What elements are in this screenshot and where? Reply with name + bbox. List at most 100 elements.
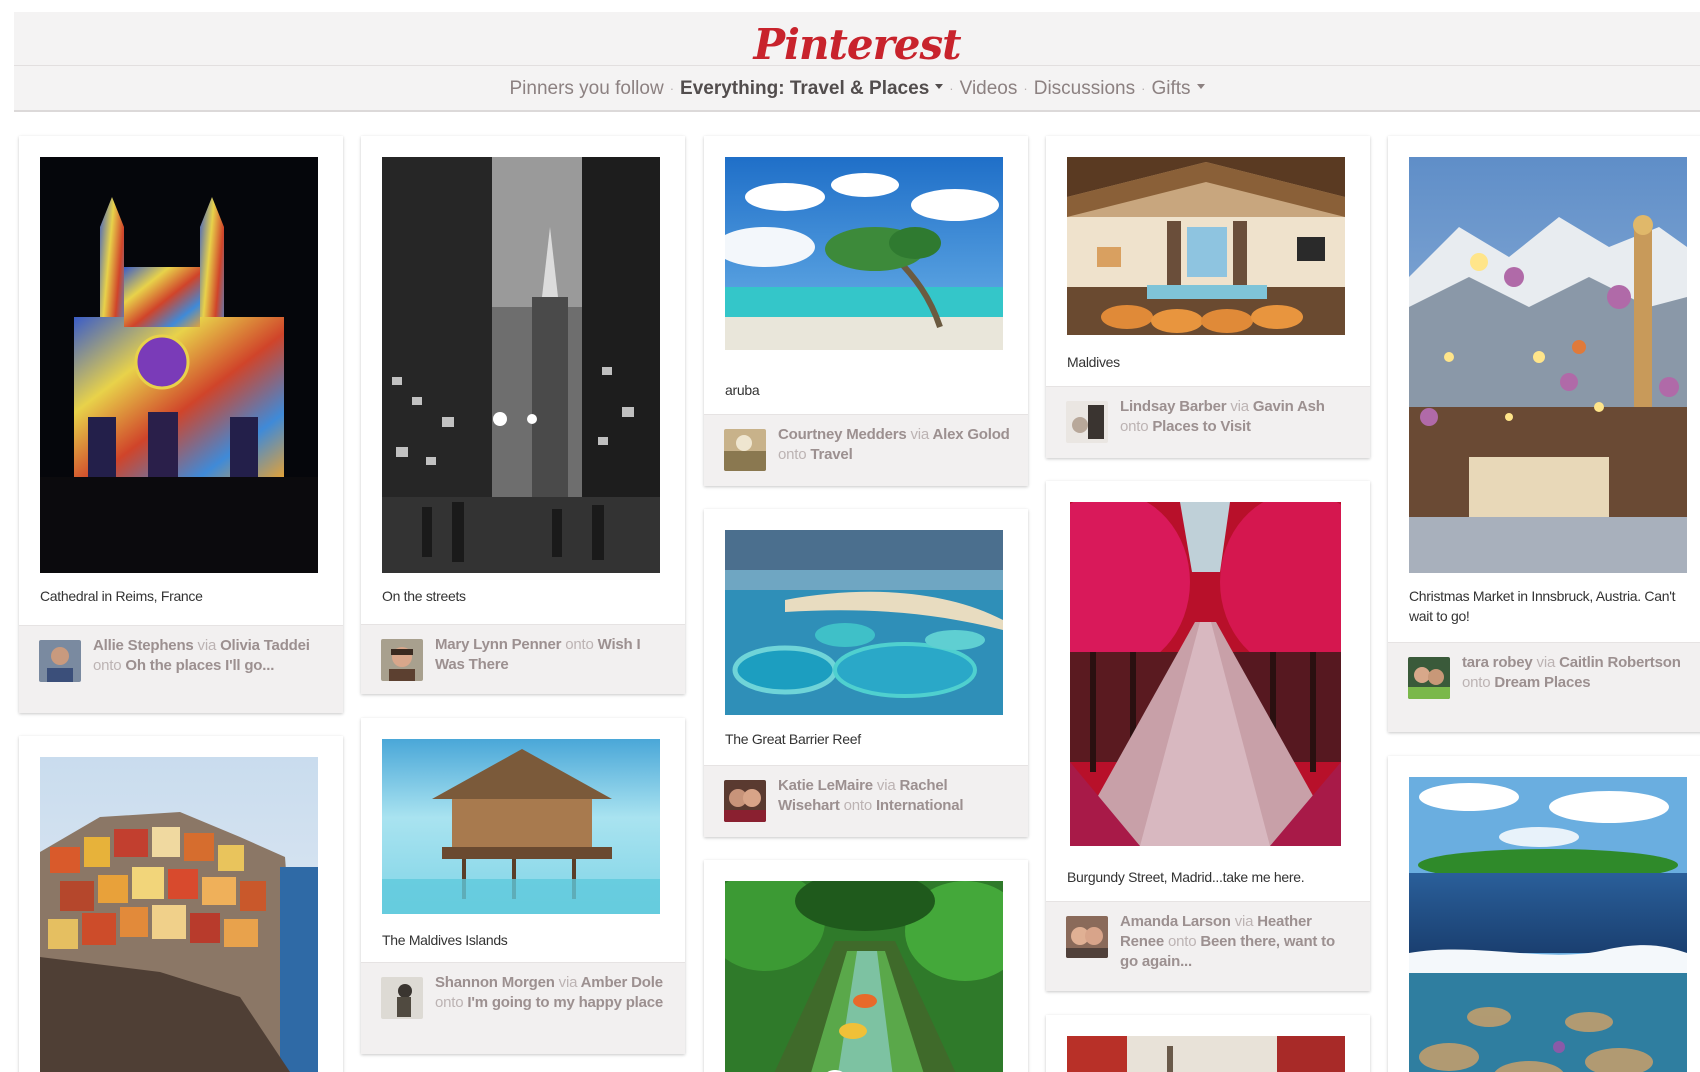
- pin-card[interactable]: [1388, 756, 1700, 1072]
- onto-word: onto: [1168, 933, 1197, 950]
- onto-word: onto: [435, 994, 464, 1011]
- attribution-text: Shannon Morgen via Amber Dole onto I'm g…: [435, 973, 669, 1013]
- pin-description: The Great Barrier Reef: [725, 731, 861, 747]
- attribution-text: Courtney Medders via Alex Golod onto Tra…: [778, 425, 1012, 465]
- via-word: via: [1536, 654, 1556, 671]
- pin-card[interactable]: Burgundy Street, Madrid...take me here. …: [1046, 481, 1370, 991]
- nav-label: Gifts: [1151, 78, 1191, 99]
- pin-card[interactable]: [19, 736, 343, 1072]
- pin-image[interactable]: [1067, 1036, 1345, 1072]
- attribution-text: Mary Lynn Penner onto Wish I Was There: [435, 635, 669, 675]
- pin-card[interactable]: [1046, 1015, 1370, 1072]
- via-word: via: [1234, 913, 1254, 930]
- pinner-link[interactable]: Allie Stephens: [93, 637, 194, 654]
- nav-videos[interactable]: Videos: [954, 78, 1024, 100]
- pinner-link[interactable]: Katie LeMaire: [778, 777, 873, 794]
- avatar[interactable]: [381, 639, 423, 681]
- category-nav: Pinners you follow · Everything: Travel & …: [14, 78, 1700, 100]
- avatar[interactable]: [39, 640, 81, 682]
- board-link[interactable]: Places to Visit: [1152, 418, 1251, 435]
- nav-gifts[interactable]: Gifts: [1145, 78, 1210, 100]
- via-word: via: [197, 637, 217, 654]
- board-link[interactable]: I'm going to my happy place: [467, 994, 663, 1011]
- pin-image[interactable]: [40, 757, 318, 1072]
- pin-card[interactable]: aruba Courtney Medders via Alex Golod on…: [704, 136, 1028, 486]
- pin-attribution: Katie LeMaire via Rachel Wisehart onto I…: [704, 765, 1028, 837]
- pin-image[interactable]: [1409, 777, 1687, 1072]
- via-word: via: [1230, 398, 1249, 415]
- pinner-link[interactable]: Lindsay Barber: [1120, 398, 1227, 415]
- via-link[interactable]: Gavin Ash: [1253, 398, 1325, 415]
- pin-image[interactable]: [1070, 502, 1341, 846]
- via-link[interactable]: Olivia Taddei: [220, 637, 310, 654]
- pin-image[interactable]: [1409, 157, 1687, 573]
- nav-label: Pinners you follow: [509, 78, 664, 99]
- caret-down-icon: [1196, 84, 1205, 90]
- pinterest-page: Pinterest Pinners you follow · Everything:…: [0, 0, 1700, 1072]
- onto-word: onto: [843, 797, 873, 814]
- pin-attribution: tara robey via Caitlin Robertson onto Dr…: [1388, 642, 1700, 732]
- board-link[interactable]: International: [876, 797, 964, 814]
- avatar[interactable]: [724, 780, 766, 822]
- pin-attribution: Mary Lynn Penner onto Wish I Was There: [361, 624, 685, 694]
- pin-card[interactable]: Christmas Market in Innsbruck, Austria. …: [1388, 136, 1700, 732]
- pin-attribution: Allie Stephens via Olivia Taddei onto Oh…: [19, 625, 343, 713]
- pinner-link[interactable]: Courtney Medders: [778, 426, 907, 443]
- via-word: via: [558, 974, 578, 991]
- nav-everything-travel-places[interactable]: Everything: Travel & Places: [674, 78, 949, 100]
- pin-image[interactable]: [382, 157, 660, 573]
- pin-card[interactable]: The Great Barrier Reef Katie LeMaire via…: [704, 509, 1028, 837]
- pin-image[interactable]: [40, 157, 318, 573]
- nav-label: Discussions: [1033, 78, 1136, 99]
- avatar[interactable]: [724, 429, 766, 471]
- header-divider: [14, 65, 1700, 66]
- nav-discussions[interactable]: Discussions: [1028, 78, 1141, 100]
- via-link[interactable]: Alex Golod: [932, 426, 1009, 443]
- pin-description: Maldives: [1067, 354, 1120, 370]
- onto-word: onto: [565, 636, 594, 653]
- via-link[interactable]: Caitlin Robertson: [1559, 654, 1681, 671]
- board-link[interactable]: Dream Places: [1494, 674, 1590, 691]
- pin-attribution: Courtney Medders via Alex Golod onto Tra…: [704, 414, 1028, 486]
- pin-card[interactable]: The Maldives Islands Shannon Morgen via …: [361, 718, 685, 1054]
- pin-card[interactable]: [704, 860, 1028, 1072]
- pin-description: aruba: [725, 382, 760, 398]
- pin-description: Christmas Market in Innsbruck, Austria. …: [1409, 588, 1676, 624]
- board-link[interactable]: Oh the places I'll go...: [125, 657, 274, 674]
- pin-attribution: Amanda Larson via Heather Renee onto Bee…: [1046, 901, 1370, 991]
- pin-description: On the streets: [382, 588, 466, 604]
- via-link[interactable]: Amber Dole: [581, 974, 663, 991]
- pinterest-logo[interactable]: Pinterest: [14, 20, 1700, 69]
- avatar[interactable]: [1066, 916, 1108, 958]
- attribution-text: tara robey via Caitlin Robertson onto Dr…: [1462, 653, 1696, 693]
- onto-word: onto: [1120, 418, 1149, 435]
- via-word: via: [876, 777, 896, 794]
- pinner-link[interactable]: tara robey: [1462, 654, 1533, 671]
- attribution-text: Amanda Larson via Heather Renee onto Bee…: [1120, 912, 1354, 972]
- pin-image[interactable]: [382, 739, 660, 914]
- pin-image[interactable]: [1067, 157, 1345, 335]
- pin-attribution: Shannon Morgen via Amber Dole onto I'm g…: [361, 962, 685, 1054]
- avatar[interactable]: [1408, 657, 1450, 699]
- caret-down-icon: [935, 84, 944, 90]
- pin-card[interactable]: Cathedral in Reims, France Allie Stephen…: [19, 136, 343, 713]
- pinner-link[interactable]: Shannon Morgen: [435, 974, 555, 991]
- pin-description: The Maldives Islands: [382, 932, 508, 948]
- pinner-link[interactable]: Mary Lynn Penner: [435, 636, 561, 653]
- pin-card[interactable]: On the streets Mary Lynn Penner onto Wis…: [361, 136, 685, 694]
- nav-pinners-you-follow[interactable]: Pinners you follow: [503, 78, 669, 100]
- via-word: via: [910, 426, 930, 443]
- top-header: Pinterest Pinners you follow · Everything:…: [14, 12, 1700, 112]
- avatar[interactable]: [381, 977, 423, 1019]
- pin-image[interactable]: [725, 157, 1003, 350]
- pinner-link[interactable]: Amanda Larson: [1120, 913, 1231, 930]
- nav-label: Videos: [959, 78, 1018, 99]
- pin-card[interactable]: Maldives Lindsay Barber via Gavin Ash on…: [1046, 136, 1370, 458]
- attribution-text: Katie LeMaire via Rachel Wisehart onto I…: [778, 776, 1012, 816]
- avatar[interactable]: [1066, 401, 1108, 443]
- attribution-text: Lindsay Barber via Gavin Ash onto Places…: [1120, 397, 1354, 437]
- board-link[interactable]: Travel: [810, 446, 852, 463]
- pin-image[interactable]: [725, 881, 1003, 1072]
- onto-word: onto: [93, 657, 122, 674]
- pin-image[interactable]: [725, 530, 1003, 715]
